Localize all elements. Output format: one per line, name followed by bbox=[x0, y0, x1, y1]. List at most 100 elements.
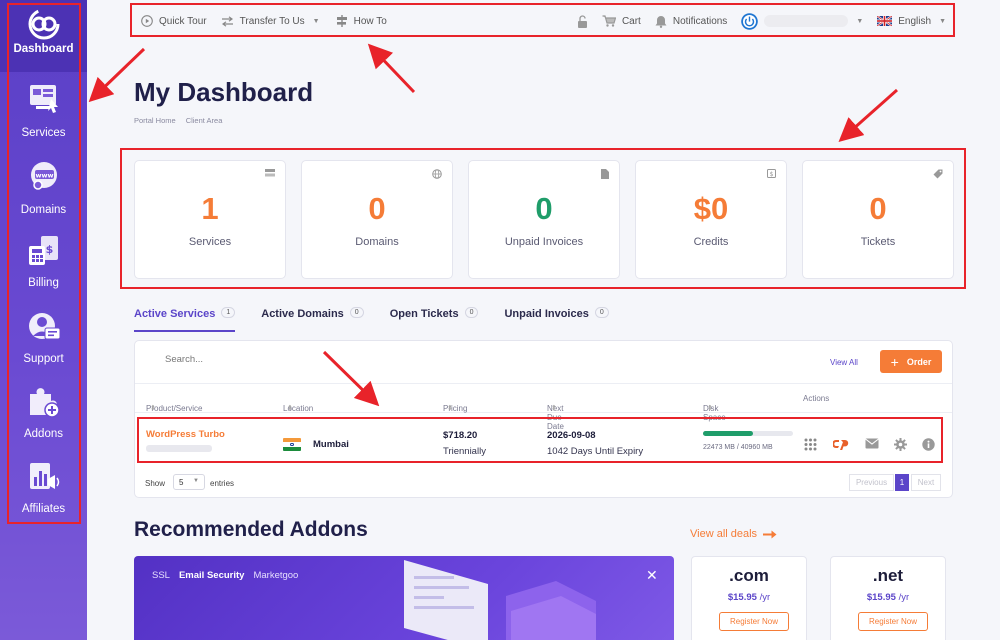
register-now-button[interactable]: Register Now bbox=[858, 612, 928, 631]
disk-usage-bar bbox=[703, 431, 793, 436]
tab-count-badge: 1 bbox=[221, 307, 236, 318]
cpanel-icon[interactable] bbox=[833, 438, 849, 451]
sidebar-item-label: Affiliates bbox=[21, 503, 66, 515]
sort-icon: ⬍ bbox=[551, 405, 557, 412]
stat-value: 0 bbox=[535, 191, 553, 226]
stat-card-domains[interactable]: 0 Domains bbox=[301, 160, 453, 279]
tld-price: $15.95 /yr bbox=[692, 592, 806, 603]
www-globe-icon: www bbox=[30, 162, 57, 190]
tab-count-badge: 0 bbox=[349, 307, 364, 318]
tld-price-value: $15.95 bbox=[866, 592, 896, 603]
cart-link[interactable]: Cart bbox=[602, 15, 641, 27]
gear-icon[interactable] bbox=[894, 438, 907, 451]
entries-per-page-select[interactable]: 5 ▼ bbox=[173, 474, 205, 490]
sidebar-item-affiliates[interactable]: Affiliates bbox=[0, 461, 87, 515]
breadcrumb-client-area: Client Area bbox=[185, 116, 223, 125]
sidebar-item-support[interactable]: Support bbox=[0, 311, 87, 365]
sort-icon: ⬍ bbox=[287, 405, 293, 412]
domain-redacted bbox=[146, 445, 212, 452]
sidebar-item-label: Services bbox=[21, 127, 66, 139]
sidebar-item-label: Dashboard bbox=[13, 43, 74, 55]
svg-text:$: $ bbox=[770, 171, 774, 178]
sort-icon: ⬍ bbox=[707, 405, 713, 412]
wallet-icon: $ bbox=[767, 169, 776, 178]
stat-label: Unpaid Invoices bbox=[504, 236, 584, 248]
lock-button[interactable] bbox=[577, 14, 588, 28]
addon-promo-banner: SSL Email Security Marketgoo ✕ bbox=[134, 556, 674, 640]
promo-tabs: SSL Email Security Marketgoo bbox=[152, 570, 298, 581]
order-label: Order bbox=[906, 356, 932, 367]
breadcrumb-portal-home[interactable]: Portal Home bbox=[134, 116, 176, 125]
quick-tour-link[interactable]: Quick Tour bbox=[141, 15, 207, 27]
transfer-dropdown[interactable]: Transfer To Us ▼ bbox=[221, 16, 320, 27]
tag-icon bbox=[933, 169, 943, 179]
stat-label: Tickets bbox=[860, 236, 896, 248]
search-input[interactable] bbox=[165, 354, 345, 365]
register-now-button[interactable]: Register Now bbox=[719, 612, 789, 631]
notifications-link[interactable]: Notifications bbox=[655, 15, 727, 28]
location-value: Mumbai bbox=[313, 439, 349, 450]
quick-tour-label: Quick Tour bbox=[159, 15, 207, 27]
promo-illustration bbox=[404, 560, 596, 640]
tab-active-domains[interactable]: Active Domains 0 bbox=[261, 307, 364, 332]
language-dropdown[interactable]: English ▼ bbox=[877, 16, 946, 27]
pagination-next[interactable]: Next bbox=[911, 474, 941, 491]
transfer-arrows-icon bbox=[221, 15, 233, 27]
stat-card-unpaid-invoices[interactable]: 0 Unpaid Invoices bbox=[468, 160, 620, 279]
account-dropdown[interactable]: ▼ bbox=[741, 12, 863, 30]
affiliates-icon bbox=[29, 463, 59, 489]
tab-unpaid-invoices[interactable]: Unpaid Invoices 0 bbox=[504, 307, 609, 332]
view-all-deals-link[interactable]: View all deals bbox=[690, 528, 777, 540]
tab-label: Active Domains bbox=[261, 308, 344, 320]
sidebar-item-domains[interactable]: www Domains bbox=[0, 160, 87, 216]
due-date-value: 2026-09-08 bbox=[547, 430, 596, 441]
tab-count-badge: 0 bbox=[594, 307, 609, 318]
sidebar-item-label: Billing bbox=[28, 277, 59, 289]
tld-price: $15.95 /yr bbox=[831, 592, 945, 603]
column-header-actions: Actions bbox=[803, 394, 830, 403]
close-icon[interactable]: ✕ bbox=[646, 567, 658, 584]
transfer-label: Transfer To Us bbox=[239, 15, 305, 27]
stat-card-services[interactable]: 1 Services bbox=[134, 160, 286, 279]
language-label: English bbox=[898, 15, 932, 27]
disk-usage-text: 22473 MB / 40960 MB bbox=[703, 444, 773, 451]
order-button[interactable]: + Order bbox=[880, 350, 942, 373]
table-row[interactable]: WordPress Turbo Mumbai $718.20 Triennial… bbox=[135, 418, 952, 463]
stat-card-tickets[interactable]: 0 Tickets bbox=[802, 160, 954, 279]
notifications-label: Notifications bbox=[672, 15, 728, 27]
sidebar-item-billing[interactable]: $ Billing bbox=[0, 235, 87, 289]
sidebar-item-label: Domains bbox=[20, 204, 67, 216]
tld-name: .net bbox=[872, 566, 904, 585]
view-all-link[interactable]: View All bbox=[830, 358, 858, 367]
unlock-icon bbox=[577, 14, 587, 28]
promo-tab-marketgoo[interactable]: Marketgoo bbox=[253, 570, 298, 581]
tab-open-tickets[interactable]: Open Tickets 0 bbox=[390, 307, 479, 332]
promo-tab-ssl[interactable]: SSL bbox=[152, 570, 170, 581]
table-header: Product/Service ⬍ Location ⬍ Pricing ⬍ Next… bbox=[135, 383, 952, 431]
svg-text:www: www bbox=[35, 172, 53, 180]
sidebar-item-services[interactable]: Services bbox=[0, 83, 87, 139]
how-to-link[interactable]: How To bbox=[336, 15, 387, 27]
tab-count-badge: 0 bbox=[464, 307, 479, 318]
support-icon bbox=[28, 313, 60, 340]
disk-usage-fill bbox=[703, 431, 753, 436]
puzzle-icon bbox=[29, 388, 60, 418]
chevron-down-icon: ▼ bbox=[939, 17, 946, 25]
sidebar-item-dashboard[interactable]: Dashboard bbox=[0, 0, 87, 72]
stat-value: 0 bbox=[368, 191, 386, 226]
sidebar-item-label: Support bbox=[23, 353, 64, 365]
sort-icon: ⬍ bbox=[150, 405, 156, 412]
tld-name: .com bbox=[729, 566, 769, 585]
tab-active-services[interactable]: Active Services 1 bbox=[134, 307, 236, 332]
page-title: My Dashboard bbox=[134, 77, 314, 107]
envelope-icon[interactable] bbox=[865, 438, 879, 449]
uk-flag-icon bbox=[877, 16, 893, 26]
info-icon[interactable] bbox=[922, 438, 935, 451]
product-name-link[interactable]: WordPress Turbo bbox=[146, 429, 225, 440]
stat-card-credits[interactable]: $ $0 Credits bbox=[635, 160, 787, 279]
sidebar-item-addons[interactable]: Addons bbox=[0, 386, 87, 440]
pagination-previous[interactable]: Previous bbox=[849, 474, 894, 491]
grid-apps-icon[interactable] bbox=[804, 438, 817, 451]
pagination-page-1[interactable]: 1 bbox=[895, 474, 909, 491]
promo-tab-email-security[interactable]: Email Security bbox=[179, 570, 244, 581]
